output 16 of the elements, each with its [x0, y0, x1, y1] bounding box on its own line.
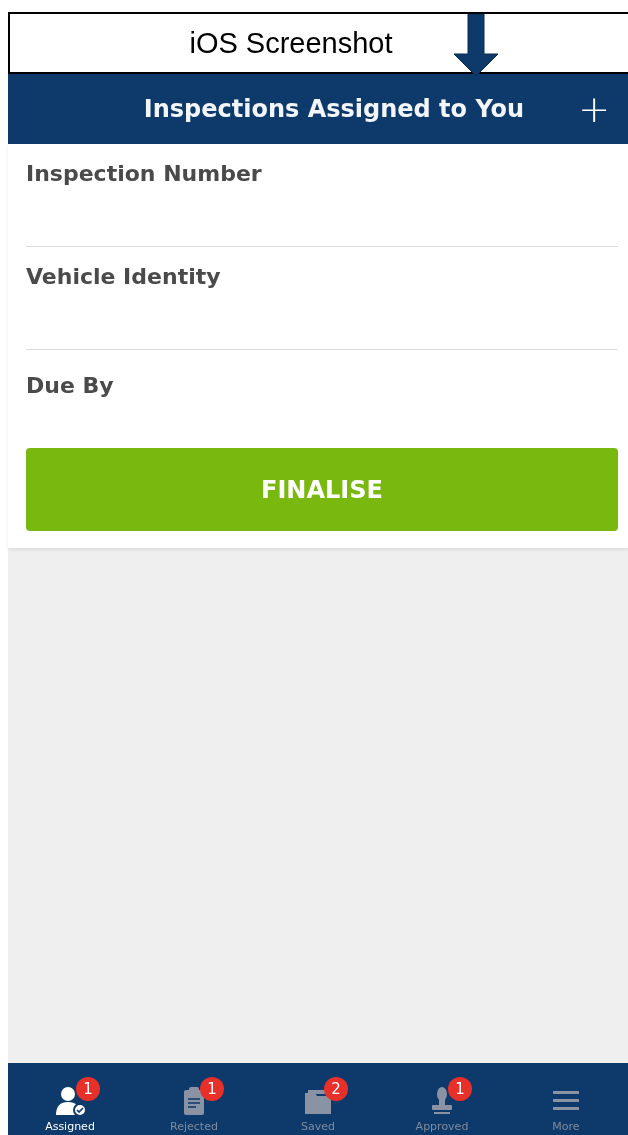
- input-field[interactable]: Vehicle Identity: [26, 247, 618, 350]
- screen-title: Inspections Assigned to You: [143, 95, 525, 123]
- tab[interactable]: 1 Assigned: [8, 1063, 132, 1135]
- count-badge: 1: [448, 1077, 472, 1101]
- count-badge: 1: [200, 1077, 224, 1101]
- tab[interactable]: 1 Rejected: [132, 1063, 256, 1135]
- add-button[interactable]: +: [574, 90, 614, 128]
- tab[interactable]: 2 Saved: [256, 1063, 380, 1135]
- count-badge: 2: [324, 1077, 348, 1101]
- input-field[interactable]: Inspection Number: [26, 144, 618, 247]
- finalise-button[interactable]: FINALISE: [26, 448, 618, 531]
- tab[interactable]: More: [504, 1063, 628, 1135]
- input-field[interactable]: Due By: [26, 350, 618, 440]
- annotation-label: iOS Screenshot: [189, 26, 393, 60]
- count-badge: 1: [76, 1077, 100, 1101]
- tab[interactable]: 1 Approved: [380, 1063, 504, 1135]
